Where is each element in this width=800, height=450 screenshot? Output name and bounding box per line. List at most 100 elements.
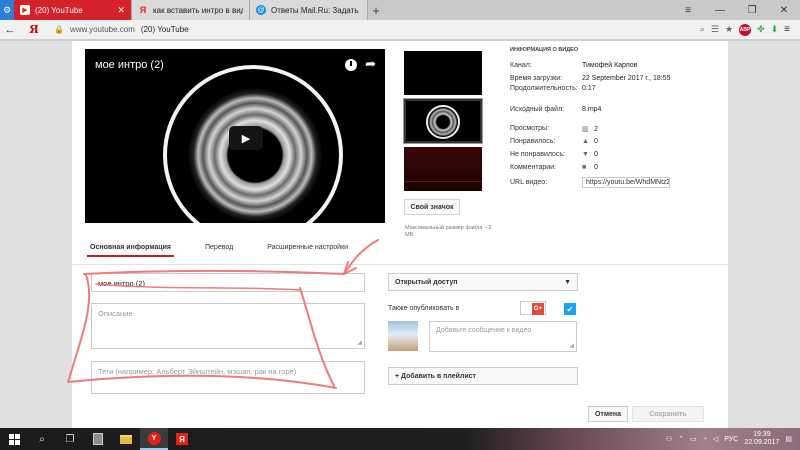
stat-likes: Понравилось: ▲ 0 [510, 135, 720, 148]
system-tray: ⚇ ⌃ ▭ ◔ ◁ РУС 19:39 22.09.2017 ▤ [666, 431, 800, 447]
thumbnail-option[interactable] [404, 147, 482, 191]
yandex-browser-icon: Y [147, 431, 161, 445]
clock-time: 19:39 [753, 431, 771, 438]
tab-close-icon[interactable]: ✕ [117, 5, 125, 16]
yandex-icon: Я [139, 5, 147, 15]
stat-value: 0 [594, 151, 598, 158]
battery-icon[interactable]: ▭ [690, 435, 697, 443]
adblock-icon[interactable]: ABP [739, 23, 752, 36]
title-input[interactable]: мое интро (2) [91, 273, 365, 292]
add-to-playlist-button[interactable]: + Добавить в плейлист [388, 367, 578, 385]
resize-handle-icon[interactable]: ◢ [569, 342, 574, 349]
compose-placeholder: Добавьте сообщение к видео [436, 327, 532, 334]
twitter-icon[interactable]: ✔ [564, 303, 576, 315]
tags-placeholder: Теги (например: Альберт Эйнштейн, мэшап,… [98, 367, 297, 376]
video-player[interactable]: мое интро (2) ➦ ▶ [85, 49, 385, 223]
also-publish-label: Также опубликовать в [388, 305, 460, 312]
tabs-divider [72, 264, 728, 265]
video-title-overlay: мое интро (2) [95, 59, 164, 71]
yandex-logo[interactable]: Я [20, 23, 48, 36]
tab-translation[interactable]: Перевод [202, 244, 236, 257]
info-value[interactable]: Тимофей Карпов [582, 62, 720, 69]
start-button[interactable] [0, 428, 28, 450]
extensions-menu-icon[interactable]: ≡ [784, 24, 790, 35]
notifications-icon[interactable]: ▤ [785, 435, 792, 443]
sprout-extension-icon[interactable]: ✤ [757, 24, 765, 35]
tab-title: (20) YouTube [35, 5, 83, 15]
watch-later-icon[interactable] [345, 59, 357, 71]
omnibox[interactable]: 🔒 www.youtube.com (20) YouTube [48, 22, 700, 38]
new-tab-button[interactable]: + [368, 0, 384, 20]
info-value: 8.mp4 [582, 106, 602, 113]
share-message-textarea[interactable]: Добавьте сообщение к видео ◢ [429, 321, 577, 352]
restore-icon[interactable]: ❐ [736, 0, 768, 20]
video-info-panel: ИНФОРМАЦИЯ О ВИДЕО Канал: Тимофей Карпов… [510, 47, 720, 189]
info-row-source-file: Исходный файл: 8.mp4 [510, 103, 720, 116]
info-row-url: URL видео: https://youtu.be/WhdMNtzZ_FU [510, 176, 720, 189]
video-url-field[interactable]: https://youtu.be/WhdMNtzZ_FU [582, 177, 670, 188]
minimize-icon[interactable]: — [704, 0, 736, 20]
url-domain: www.youtube.com [69, 25, 135, 34]
bookmark-star-icon[interactable]: ★ [725, 24, 733, 35]
windows-logo-icon [8, 433, 20, 445]
tab-title: как вставить интро в видео [153, 5, 243, 15]
lock-icon[interactable]: 🔒 [54, 25, 64, 34]
task-view-icon[interactable]: ❐ [56, 428, 84, 450]
browser-menu-icon[interactable]: ≡ [672, 0, 704, 20]
custom-thumbnail-button[interactable]: Свой значок [404, 199, 460, 215]
tab-mail-answers[interactable]: @ Ответы Mail.Ru: Задать вопрос [250, 0, 368, 20]
close-window-icon[interactable]: ✕ [768, 0, 800, 20]
file-explorer-app[interactable] [112, 428, 140, 450]
tab-advanced-settings[interactable]: Расширенные настройки [264, 244, 351, 257]
stat-value: 2 [594, 125, 598, 133]
thumbnail-fractal [426, 105, 460, 139]
thumbs-down-icon: ▼ [582, 151, 589, 158]
tab-title: Ответы Mail.Ru: Задать вопрос [271, 5, 361, 15]
play-icon: ▶ [241, 132, 251, 145]
stat-label: Комментарии: [510, 164, 557, 171]
stat-dislikes: Не понравилось: ▼ 0 [510, 148, 720, 161]
network-icon[interactable]: ◔ [703, 436, 707, 443]
tab-yandex-search[interactable]: Я как вставить интро в видео [132, 0, 250, 20]
avatar [388, 321, 418, 351]
browser-tab-strip: ⚙ ▶ (20) YouTube ✕ Я как вставить интро … [0, 0, 800, 20]
info-label: Время загрузки: [510, 75, 563, 82]
cancel-button[interactable]: Отмена [588, 406, 628, 422]
system-clock[interactable]: 19:39 22.09.2017 [744, 431, 779, 447]
save-button[interactable]: Сохранить [632, 406, 704, 422]
keyboard-language[interactable]: РУС [724, 436, 738, 443]
privacy-value: Открытый доступ [395, 278, 458, 286]
play-button[interactable]: ▶ [229, 126, 263, 150]
stat-label: Не понравилось: [510, 151, 566, 158]
url-page-title: (20) YouTube [140, 25, 189, 34]
thumbnail-option-selected[interactable] [403, 98, 483, 144]
google-plus-icon[interactable]: G+ [532, 303, 544, 315]
yandex-app[interactable]: Я [168, 428, 196, 450]
search-icon[interactable]: ⌕ [700, 24, 705, 35]
resize-handle-icon[interactable]: ◢ [357, 339, 362, 346]
dropdown-arrow-icon: ▼ [564, 278, 571, 286]
people-icon[interactable]: ⚇ [666, 435, 672, 443]
back-arrow-icon[interactable]: ← [0, 24, 20, 36]
description-textarea[interactable]: Описание ◢ [91, 303, 365, 349]
browser-settings-icon[interactable]: ⚙ [0, 0, 14, 20]
calculator-icon [93, 433, 103, 445]
volume-icon[interactable]: ◁ [713, 435, 718, 443]
search-icon[interactable]: ⌕ [28, 428, 56, 450]
bar-chart-icon: ▥ [582, 125, 589, 133]
download-icon[interactable]: ⬇ [771, 24, 779, 35]
calculator-app[interactable] [84, 428, 112, 450]
thumbs-up-icon: ▲ [582, 138, 589, 145]
thumbnail-option[interactable] [404, 51, 482, 95]
tags-input[interactable]: Теги (например: Альберт Эйнштейн, мэшап,… [91, 361, 365, 394]
yandex-browser-app[interactable]: Y [140, 428, 168, 450]
tab-basic-info[interactable]: Основная информация [87, 244, 174, 257]
info-row-upload-time: Время загрузки: 22 September 2017 г., 18… [510, 72, 720, 85]
chevron-up-icon[interactable]: ⌃ [678, 435, 684, 443]
toolbar-icons: ⌕ ☰ ★ ABP ✤ ⬇ ≡ [700, 23, 800, 36]
share-icon[interactable]: ➦ [365, 56, 376, 72]
tab-youtube[interactable]: ▶ (20) YouTube ✕ [14, 0, 132, 20]
privacy-select[interactable]: Открытый доступ ▼ [388, 273, 578, 291]
reader-icon[interactable]: ☰ [711, 24, 719, 35]
stat-label: Понравилось: [510, 138, 556, 145]
